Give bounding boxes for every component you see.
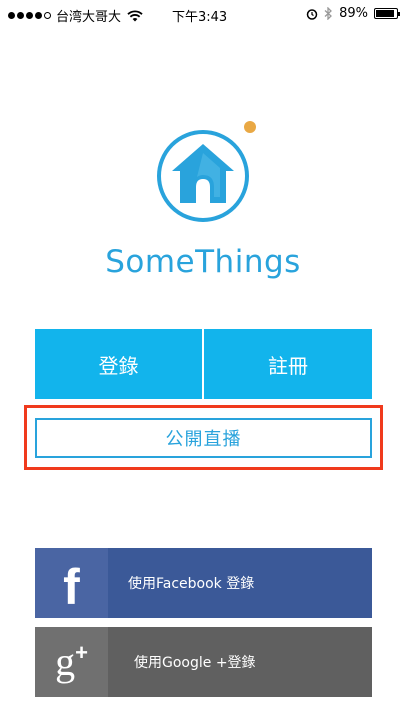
- bluetooth-icon: [324, 7, 333, 20]
- facebook-icon-box: f: [35, 548, 108, 618]
- battery-fill: [376, 10, 394, 17]
- house-icon: [157, 121, 256, 222]
- wifi-icon: [127, 9, 143, 21]
- facebook-login-label: 使用Facebook 登錄: [128, 576, 255, 592]
- google-login-button[interactable]: g+ 使用Google +登錄: [35, 627, 372, 697]
- auth-buttons: 登錄 註冊: [35, 329, 372, 399]
- register-button[interactable]: 註冊: [204, 329, 372, 399]
- google-plus-icon: g+: [55, 639, 88, 684]
- carrier-name: 台湾大哥大: [56, 10, 122, 25]
- alarm-icon: [306, 8, 318, 20]
- brand-name: SomeThings: [105, 244, 301, 280]
- google-icon-box: g+: [35, 627, 108, 697]
- battery-percent: 89%: [339, 6, 368, 21]
- public-live-button[interactable]: 公開直播: [35, 418, 372, 458]
- status-time: 下午3:43: [172, 10, 228, 25]
- status-right: 89%: [306, 6, 400, 21]
- battery-icon: [374, 8, 400, 19]
- signal-strength-icon: [8, 12, 51, 19]
- facebook-icon: f: [63, 559, 80, 615]
- login-button[interactable]: 登錄: [35, 329, 202, 399]
- status-left: 台湾大哥大: [8, 6, 143, 25]
- facebook-login-button[interactable]: f 使用Facebook 登錄: [35, 548, 372, 618]
- status-bar: 台湾大哥大 下午3:43 89%: [0, 0, 406, 28]
- google-login-label: 使用Google +登錄: [134, 655, 256, 671]
